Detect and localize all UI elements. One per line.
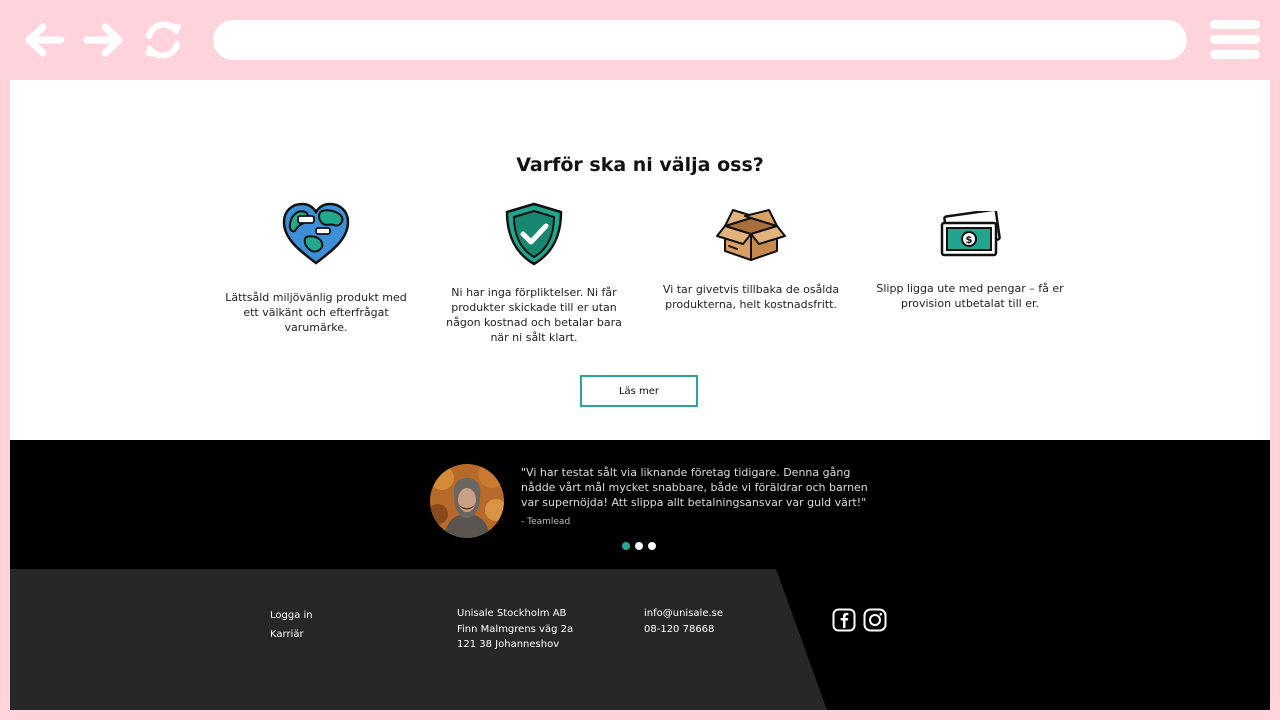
money-bill-icon: $	[875, 198, 1065, 270]
back-arrow-icon[interactable]	[22, 19, 66, 61]
feature-eco-product: Lättsåld miljövänlig produkt med ett väl…	[221, 198, 411, 335]
read-more-button[interactable]: Läs mer	[580, 375, 698, 407]
footer-background	[10, 569, 827, 710]
facebook-icon[interactable]	[832, 608, 856, 632]
feature-free-returns: Vi tar givetvis tillbaka de osålda produ…	[656, 198, 846, 312]
footer-address: Unisale Stockholm AB Finn Malmgrens väg …	[457, 606, 573, 653]
shield-check-icon	[439, 198, 629, 270]
testimonial-quote: "Vi har testat sålt via liknande företag…	[521, 466, 868, 509]
url-bar[interactable]	[213, 20, 1187, 60]
carousel-dot[interactable]	[635, 542, 643, 550]
hamburger-menu-icon[interactable]	[1210, 19, 1260, 61]
carousel-dots	[622, 542, 656, 550]
testimonial-section: "Vi har testat sålt via liknande företag…	[10, 440, 1270, 569]
street-address: Finn Malmgrens väg 2a	[457, 623, 574, 635]
footer-contact: info@unisale.se 08-120 78668	[644, 606, 723, 637]
footer-links: Logga in Karriär	[270, 606, 313, 644]
footer: Logga in Karriär Unisale Stockholm AB Fi…	[10, 569, 1270, 710]
login-link[interactable]: Logga in	[270, 606, 313, 625]
earth-heart-icon	[221, 198, 411, 270]
page-viewport: Varför ska ni välja oss? Lättsåld miljöv…	[10, 80, 1270, 710]
careers-link[interactable]: Karriär	[270, 625, 313, 644]
phone-link[interactable]: 08-120 78668	[644, 622, 723, 638]
company-name: Unisale Stockholm AB	[457, 608, 567, 619]
feature-no-obligations: Ni har inga förpliktelser. Ni får produk…	[439, 198, 629, 345]
why-choose-us-section: Varför ska ni välja oss? Lättsåld miljöv…	[10, 80, 1270, 440]
browser-chrome	[0, 0, 1280, 80]
postal-address: 121 38 Johanneshov	[457, 639, 560, 650]
cardboard-box-icon	[656, 198, 846, 270]
carousel-dot[interactable]	[648, 542, 656, 550]
feature-commission: $ Slipp ligga ute med pengar – få er pro…	[875, 198, 1065, 311]
feature-text: Slipp ligga ute med pengar – få er provi…	[876, 282, 1064, 310]
feature-text: Lättsåld miljövänlig produkt med ett väl…	[225, 291, 407, 334]
feature-text: Ni har inga förpliktelser. Ni får produk…	[446, 286, 622, 344]
svg-text:$: $	[966, 235, 973, 246]
feature-text: Vi tar givetvis tillbaka de osålda produ…	[662, 283, 840, 311]
social-links	[832, 608, 887, 632]
testimonial-author: - Teamlead	[521, 517, 571, 527]
email-link[interactable]: info@unisale.se	[644, 606, 723, 622]
avatar	[430, 464, 504, 538]
instagram-icon[interactable]	[863, 608, 887, 632]
reload-icon[interactable]	[141, 19, 185, 61]
forward-arrow-icon[interactable]	[82, 19, 126, 61]
section-title: Varför ska ni välja oss?	[516, 154, 764, 176]
carousel-dot[interactable]	[622, 542, 630, 550]
